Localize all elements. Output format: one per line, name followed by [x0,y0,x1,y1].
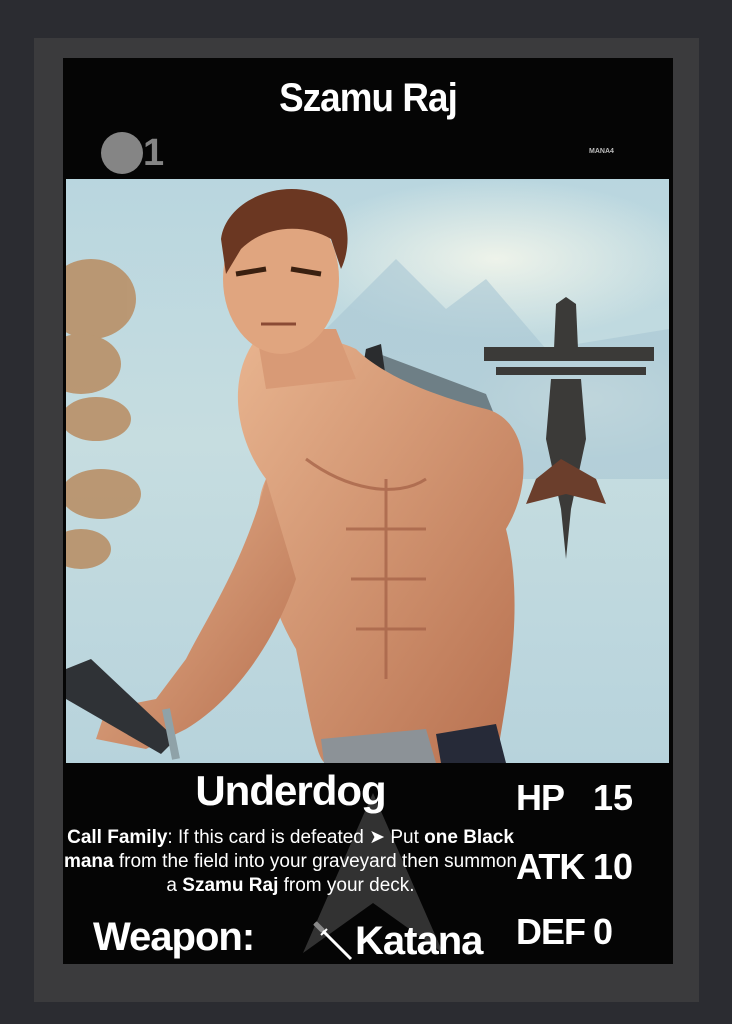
ability-text-part4: from your deck. [278,875,415,896]
hp-value: 15 [593,777,634,818]
atk-label: ATK [516,846,585,887]
katana-icon [313,921,353,961]
hp-label: HP [516,777,565,818]
mana-cost: 1 [143,132,165,174]
weapon-label: Weapon: [93,915,255,959]
game-card[interactable]: Szamu Raj 1 MANA4 Underdog Call Family: … [63,58,673,964]
def-label: DEF [516,911,586,952]
arrow-icon: ➤ [369,827,386,848]
atk-value: 10 [593,846,634,887]
ability-keyword: Call Family [67,827,168,848]
weapon-name: Katana [355,919,483,963]
card-title: Szamu Raj [279,76,458,120]
def-value: 0 [593,911,614,952]
card-info-panel: Underdog Call Family: If this card is de… [63,763,673,964]
ability-name: Underdog [195,767,386,814]
mana-tag: MANA4 [589,148,614,155]
ability-bold-name: Szamu Raj [182,875,279,896]
ability-text: Call Family: If this card is defeated ➤ … [63,826,518,898]
ability-text-part2: Put [385,827,425,848]
card-artwork [66,179,669,763]
ability-text-part1: : If this card is defeated [167,827,370,848]
mana-orb-icon [101,132,143,174]
ability-bold-one: one [424,827,458,848]
